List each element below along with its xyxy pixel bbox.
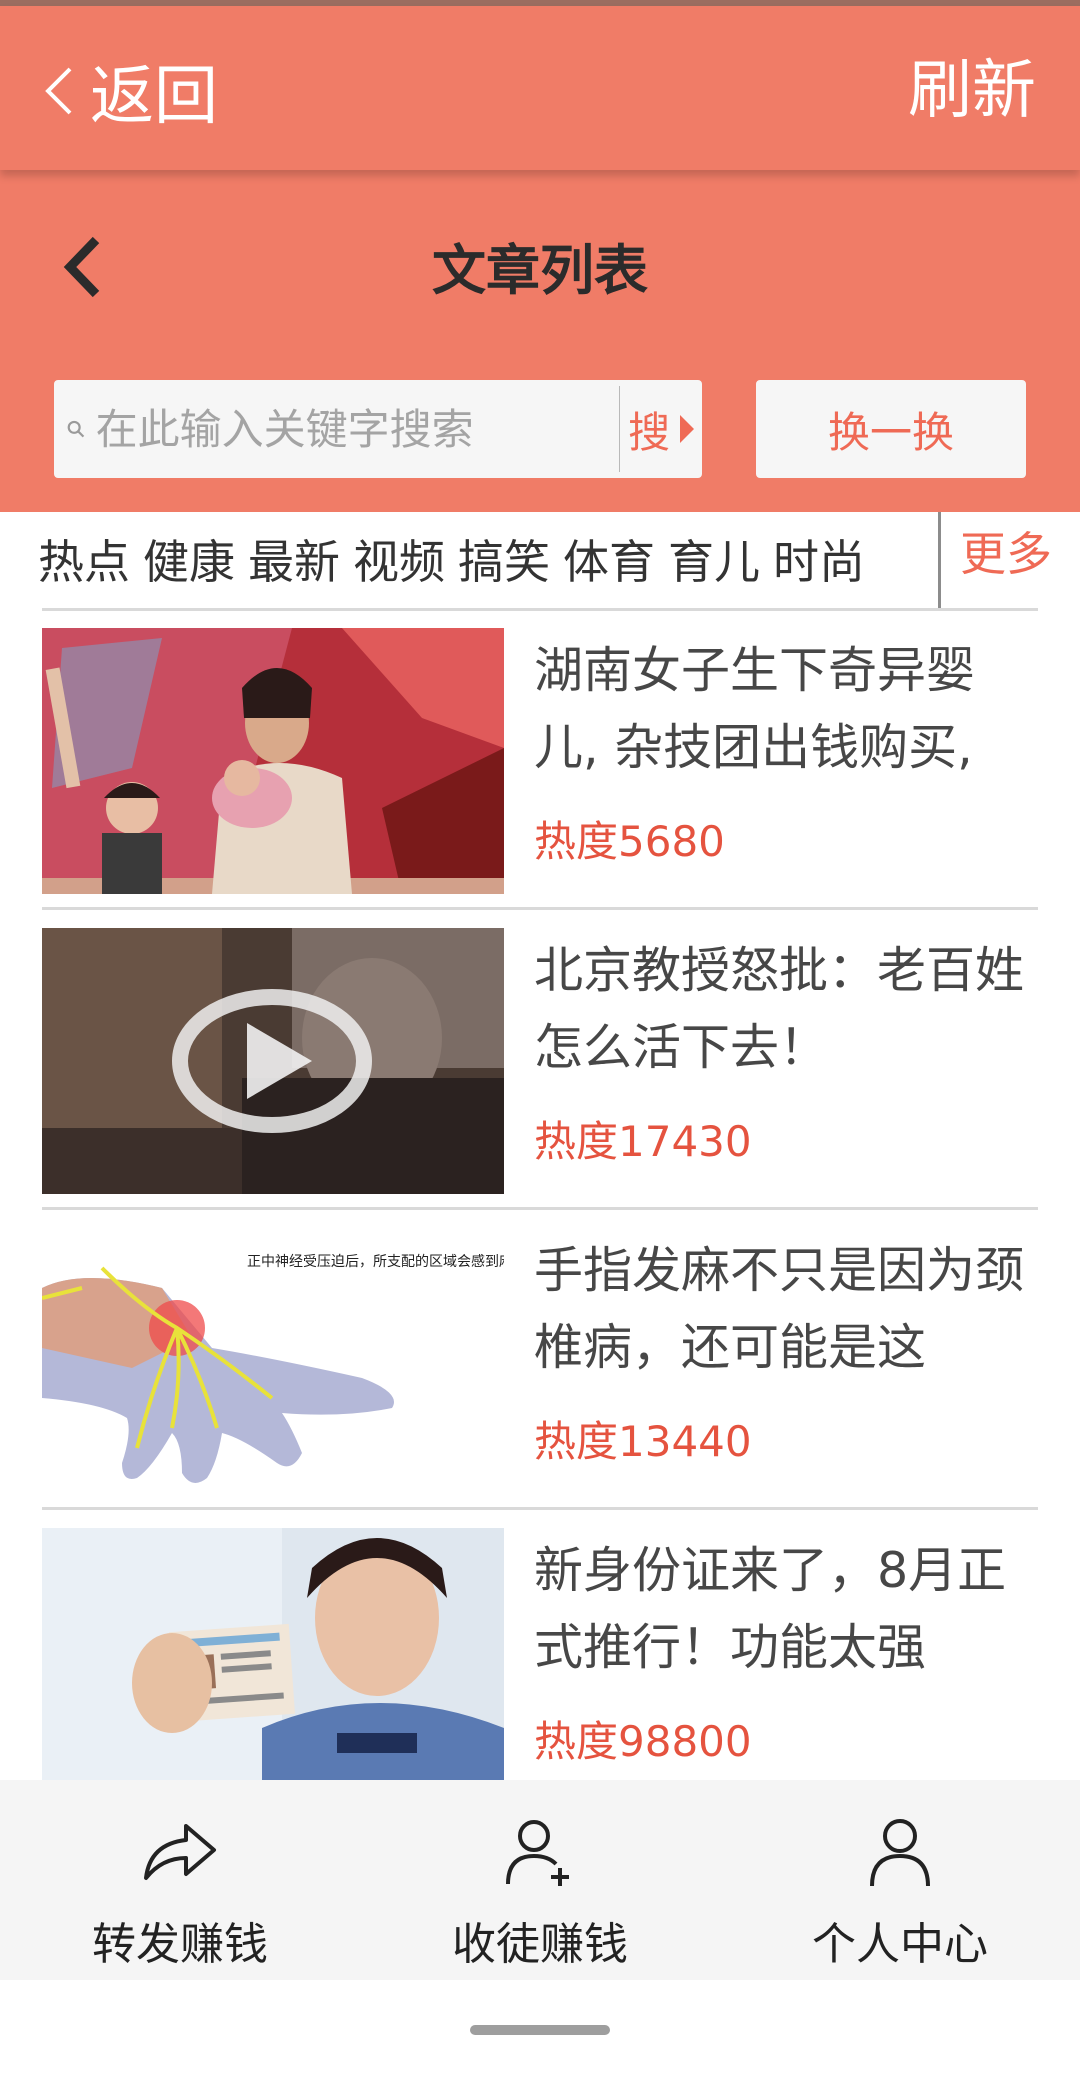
tab-recruit-earn[interactable]: 收徒赚钱 <box>360 1780 720 1980</box>
tab-profile[interactable]: 个人中心 <box>720 1780 1080 1980</box>
article-heat: 热度5680 <box>534 817 725 866</box>
chevron-left-icon <box>45 67 72 115</box>
search-input[interactable] <box>95 389 619 469</box>
page-title: 文章列表 <box>432 239 648 302</box>
tab-label: 转发赚钱 <box>92 1919 268 1970</box>
category-tab[interactable]: 时尚 <box>773 526 865 592</box>
share-arrow-icon <box>144 1824 216 1880</box>
category-tab[interactable]: 视频 <box>353 526 445 592</box>
article-item[interactable]: 湖南女子生下奇异婴儿, 杂技团出钱购买, 热度5680 <box>42 628 1038 894</box>
person-icon <box>870 1819 930 1887</box>
tab-label: 个人中心 <box>812 1919 988 1970</box>
article-heat: 热度17430 <box>534 1117 752 1166</box>
divider <box>42 608 1038 611</box>
divider <box>42 907 1038 910</box>
home-gesture-handle[interactable] <box>470 2025 610 2035</box>
article-thumbnail <box>42 928 504 1194</box>
police-officer-image <box>42 1528 504 1794</box>
article-thumbnail <box>42 628 504 894</box>
tab-share-earn[interactable]: 转发赚钱 <box>0 1780 360 1980</box>
page-header: 文章列表 搜 换一换 <box>0 170 1080 512</box>
bottom-tab-bar: 转发赚钱 收徒赚钱 个人中心 <box>0 1780 1080 1980</box>
video-thumbnail-image <box>42 928 504 1194</box>
article-heat: 热度98800 <box>534 1717 752 1766</box>
article-title: 北京教授怒批：老百姓怎么活下去！ <box>534 942 1025 1076</box>
more-categories-button[interactable]: 更多 <box>960 518 1052 584</box>
article-thumbnail: 正中神经受压迫后，所支配的区域会感到麻木或疼痛。 <box>42 1228 504 1494</box>
back-button[interactable]: 返回 <box>44 46 218 136</box>
diagram-caption: 正中神经受压迫后，所支配的区域会感到麻木或疼痛。 <box>247 1253 504 1270</box>
refresh-list-button[interactable]: 换一换 <box>756 380 1026 478</box>
add-user-icon <box>506 1820 569 1886</box>
category-divider <box>938 512 941 608</box>
article-heat: 热度13440 <box>534 1417 752 1466</box>
category-tab[interactable]: 搞笑 <box>458 526 550 592</box>
category-bar: 热点 健康 最新 视频 搞笑 体育 育儿 时尚 更多 <box>0 512 1080 608</box>
system-nav-bar <box>0 1980 1080 2075</box>
category-tab[interactable]: 热点 <box>38 526 130 592</box>
app-bar: 返回 刷新 <box>0 6 1080 170</box>
article-item[interactable]: 正中神经受压迫后，所支配的区域会感到麻木或疼痛。 手指发麻不只是因为颈椎病，还可… <box>42 1228 1038 1494</box>
woman-with-baby-image <box>42 628 504 894</box>
search-button[interactable]: 搜 <box>620 380 702 478</box>
article-thumbnail <box>42 1528 504 1794</box>
article-item[interactable]: 新身份证来了，8月正式推行！功能太强 热度98800 <box>42 1528 1038 1794</box>
search-button-label: 搜 <box>628 407 671 457</box>
divider <box>42 1207 1038 1210</box>
back-label: 返回 <box>90 60 218 134</box>
category-tab[interactable]: 体育 <box>563 526 655 592</box>
hand-nerve-diagram: 正中神经受压迫后，所支配的区域会感到麻木或疼痛。 <box>42 1228 504 1494</box>
play-arrow-icon <box>680 415 695 443</box>
search-icon <box>67 420 85 438</box>
article-title: 新身份证来了，8月正式推行！功能太强 <box>534 1542 1007 1676</box>
search-box: 搜 <box>54 380 702 478</box>
tab-label: 收徒赚钱 <box>452 1919 628 1970</box>
refresh-button[interactable]: 刷新 <box>908 46 1036 136</box>
category-tab[interactable]: 健康 <box>143 526 235 592</box>
divider <box>42 1507 1038 1510</box>
category-tab[interactable]: 最新 <box>248 526 340 592</box>
article-item[interactable]: 北京教授怒批：老百姓怎么活下去！ 热度17430 <box>42 928 1038 1194</box>
category-tab[interactable]: 育儿 <box>668 526 760 592</box>
article-title: 湖南女子生下奇异婴儿, 杂技团出钱购买, <box>534 642 976 776</box>
article-title: 手指发麻不只是因为颈椎病，还可能是这 <box>534 1242 1025 1376</box>
